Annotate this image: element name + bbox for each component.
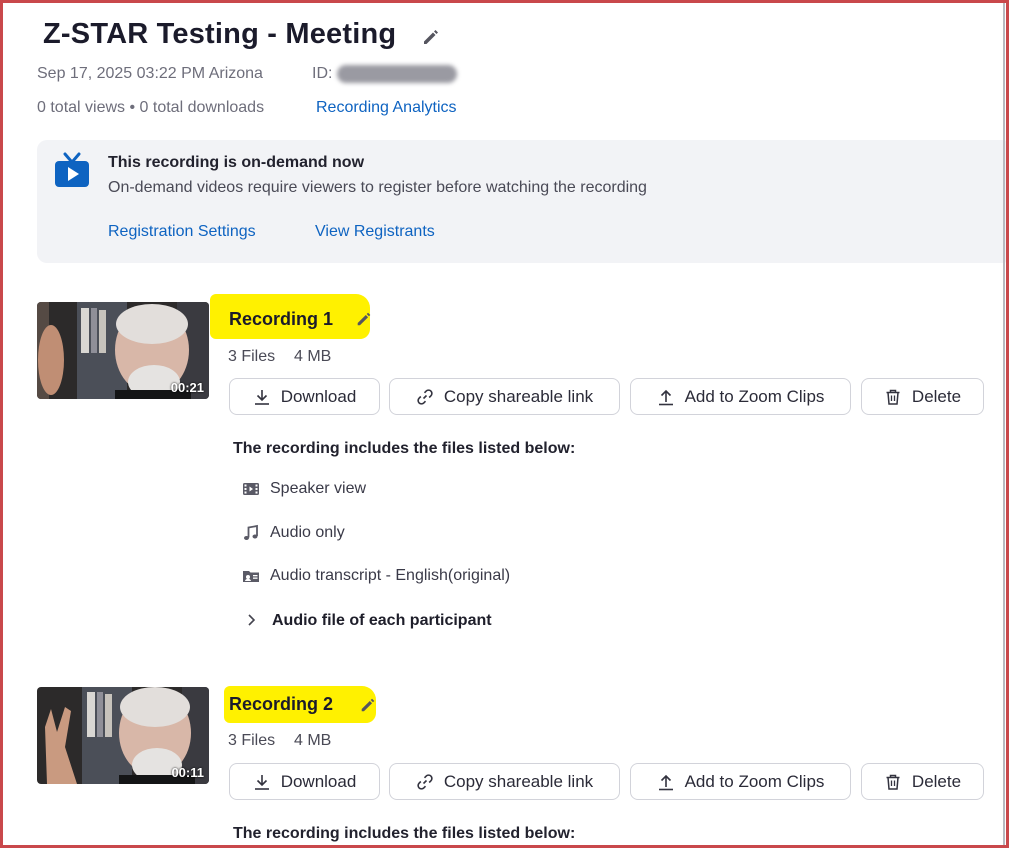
delete-label: Delete — [911, 386, 962, 406]
recording-thumbnail[interactable]: 00:11 — [37, 687, 209, 784]
upload-icon — [658, 389, 673, 405]
trash-icon — [886, 774, 900, 790]
download-label: Download — [280, 386, 357, 406]
edit-recording-name-icon[interactable] — [355, 310, 373, 328]
meeting-id-label: ID: — [312, 65, 333, 82]
files-size: 4 MB — [294, 732, 332, 749]
files-count: 3 Files — [228, 732, 276, 749]
upload-icon — [658, 774, 673, 790]
delete-button[interactable]: Delete — [861, 763, 984, 800]
copy-shareable-link-button[interactable]: Copy shareable link — [389, 378, 620, 415]
add-to-clips-label: Add to Zoom Clips — [684, 771, 825, 791]
recording-duration: 00:21 — [170, 380, 204, 395]
download-icon — [254, 389, 269, 405]
download-icon — [254, 774, 269, 790]
add-to-zoom-clips-button[interactable]: Add to Zoom Clips — [630, 378, 851, 415]
recording-duration: 00:11 — [171, 765, 204, 780]
view-registrants-link[interactable]: View Registrants — [315, 223, 435, 241]
banner-title: This recording is on-demand now — [108, 154, 365, 171]
files-count: 3 Files — [228, 348, 276, 365]
view-download-stats: 0 total views • 0 total downloads — [37, 99, 265, 116]
edit-recording-name-icon[interactable] — [359, 696, 377, 714]
recording-analytics-link[interactable]: Recording Analytics — [316, 99, 457, 117]
link-icon — [417, 388, 433, 405]
recording-thumbnail[interactable]: 00:21 — [37, 302, 209, 399]
files-size: 4 MB — [294, 348, 332, 365]
meeting-date: Sep 17, 2025 03:22 PM Arizona — [37, 65, 263, 82]
tv-play-icon — [55, 152, 89, 187]
file-speaker-view[interactable]: Speaker view — [270, 480, 366, 498]
copy-link-label: Copy shareable link — [443, 386, 594, 406]
file-audio-only[interactable]: Audio only — [270, 524, 345, 542]
trash-icon — [886, 389, 900, 405]
delete-label: Delete — [911, 771, 962, 791]
includes-heading: The recording includes the files listed … — [233, 825, 576, 842]
video-film-icon — [243, 483, 259, 495]
music-note-icon — [244, 524, 258, 540]
download-button[interactable]: Download — [229, 763, 380, 800]
download-button[interactable]: Download — [229, 378, 380, 415]
add-to-clips-label: Add to Zoom Clips — [684, 386, 825, 406]
scrollbar-edge[interactable] — [1003, 0, 1005, 848]
chevron-right-icon[interactable] — [245, 613, 257, 627]
recording-title: Recording 2 — [229, 694, 334, 714]
add-to-zoom-clips-button[interactable]: Add to Zoom Clips — [630, 763, 851, 800]
includes-heading: The recording includes the files listed … — [233, 440, 576, 457]
copy-shareable-link-button[interactable]: Copy shareable link — [389, 763, 620, 800]
link-icon — [417, 773, 433, 790]
recording-title: Recording 1 — [229, 309, 334, 329]
banner-description: On-demand videos require viewers to regi… — [108, 179, 647, 196]
file-audio-transcript[interactable]: Audio transcript - English(original) — [270, 567, 510, 585]
page-title: Z-STAR Testing - Meeting — [43, 18, 397, 50]
edit-title-icon[interactable] — [421, 27, 441, 47]
redacted-meeting-id — [337, 65, 457, 83]
participant-audio-expander[interactable]: Audio file of each participant — [272, 612, 492, 630]
copy-link-label: Copy shareable link — [443, 771, 594, 791]
download-label: Download — [280, 771, 357, 791]
transcript-icon — [243, 571, 259, 582]
delete-button[interactable]: Delete — [861, 378, 984, 415]
registration-settings-link[interactable]: Registration Settings — [108, 223, 256, 241]
